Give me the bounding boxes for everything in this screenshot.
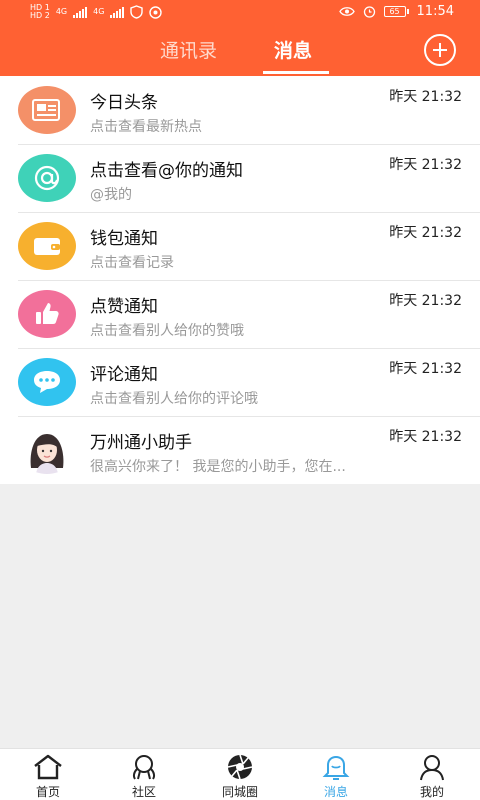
message-preview: @我的 [90, 187, 132, 203]
tab-messages[interactable]: 消息 [274, 36, 312, 66]
nav-home-label: 首页 [35, 785, 60, 799]
battery-level: 65 [383, 6, 406, 17]
bottom-nav: 首页 社区 同城圈 消息 我的 [0, 748, 480, 800]
eye-icon [338, 7, 355, 16]
nav-local-circle[interactable]: 同城圈 [192, 749, 288, 800]
nav-community[interactable]: 社区 [96, 749, 192, 800]
at-icon [18, 154, 76, 202]
active-tab-indicator [263, 71, 329, 74]
nav-messages-label: 消息 [323, 785, 348, 799]
nav-home[interactable]: 首页 [0, 749, 96, 800]
message-item-assistant[interactable]: 万州通小助手 很高兴你来了！ 我是您的小助手，您在... 昨天 21:32 [0, 416, 480, 484]
vpn-shield-icon [130, 5, 144, 19]
network2-label: 4G [93, 7, 105, 16]
nav-local-circle-label: 同城圈 [221, 785, 258, 799]
message-title: 点击查看@你的通知 [90, 161, 243, 181]
bell-icon [322, 755, 350, 780]
clock: 11:54 [416, 4, 454, 19]
message-preview: 很高兴你来了！ 我是您的小助手，您在... [90, 459, 346, 475]
message-time: 昨天 21:32 [389, 225, 462, 241]
aperture-icon [227, 754, 253, 780]
message-time: 昨天 21:32 [389, 361, 462, 377]
battery-icon: 65 [383, 6, 409, 17]
home-icon [34, 754, 62, 780]
message-time: 昨天 21:32 [389, 89, 462, 105]
newspaper-icon [18, 86, 76, 134]
message-list: 今日头条 点击查看最新热点 昨天 21:32 点击查看@你的通知 @我的 昨天 … [0, 76, 480, 484]
wallet-icon [18, 222, 76, 270]
top-tabs: 通讯录 消息 [0, 34, 480, 76]
tab-contacts[interactable]: 通讯录 [160, 36, 217, 66]
message-preview: 点击查看最新热点 [90, 119, 202, 135]
message-item-wallet[interactable]: 钱包通知 点击查看记录 昨天 21:32 [0, 212, 480, 280]
message-item-likes[interactable]: 点赞通知 点击查看别人给你的赞哦 昨天 21:32 [0, 280, 480, 348]
nav-community-label: 社区 [131, 785, 156, 799]
message-time: 昨天 21:32 [389, 429, 462, 445]
message-title: 评论通知 [90, 365, 158, 385]
message-title: 今日头条 [90, 93, 158, 113]
message-title: 点赞通知 [90, 297, 158, 317]
signal1-icon [73, 6, 88, 18]
sim2-label: HD 2 [30, 11, 50, 20]
message-title: 钱包通知 [90, 229, 158, 249]
message-item-comments[interactable]: 评论通知 点击查看别人给你的评论哦 昨天 21:32 [0, 348, 480, 416]
message-preview: 点击查看别人给你的赞哦 [90, 323, 244, 339]
message-item-mentions[interactable]: 点击查看@你的通知 @我的 昨天 21:32 [0, 144, 480, 212]
message-title: 万州通小助手 [90, 433, 192, 453]
add-button[interactable] [424, 34, 456, 66]
assistant-avatar [18, 426, 76, 474]
status-bar: HD 1 HD 2 4G 4G 65 11:54 [0, 0, 480, 26]
message-time: 昨天 21:32 [389, 293, 462, 309]
community-icon [132, 755, 156, 780]
nav-profile[interactable]: 我的 [384, 749, 480, 800]
app-header: HD 1 HD 2 4G 4G 65 11:54 通讯录 消息 [0, 0, 480, 76]
user-icon [420, 755, 444, 781]
comment-icon [18, 358, 76, 406]
alarm-icon [363, 6, 375, 18]
network1-label: 4G [55, 7, 68, 16]
nav-messages[interactable]: 消息 [288, 749, 384, 800]
message-time: 昨天 21:32 [389, 157, 462, 173]
app-notification-icon [149, 5, 163, 19]
thumbs-up-icon [18, 290, 76, 338]
message-preview: 点击查看记录 [90, 255, 174, 271]
sim-indicators: HD 1 HD 2 [30, 4, 50, 20]
message-preview: 点击查看别人给你的评论哦 [90, 391, 258, 407]
nav-profile-label: 我的 [419, 785, 444, 799]
signal2-icon [110, 6, 125, 18]
message-item-headlines[interactable]: 今日头条 点击查看最新热点 昨天 21:32 [0, 76, 480, 144]
